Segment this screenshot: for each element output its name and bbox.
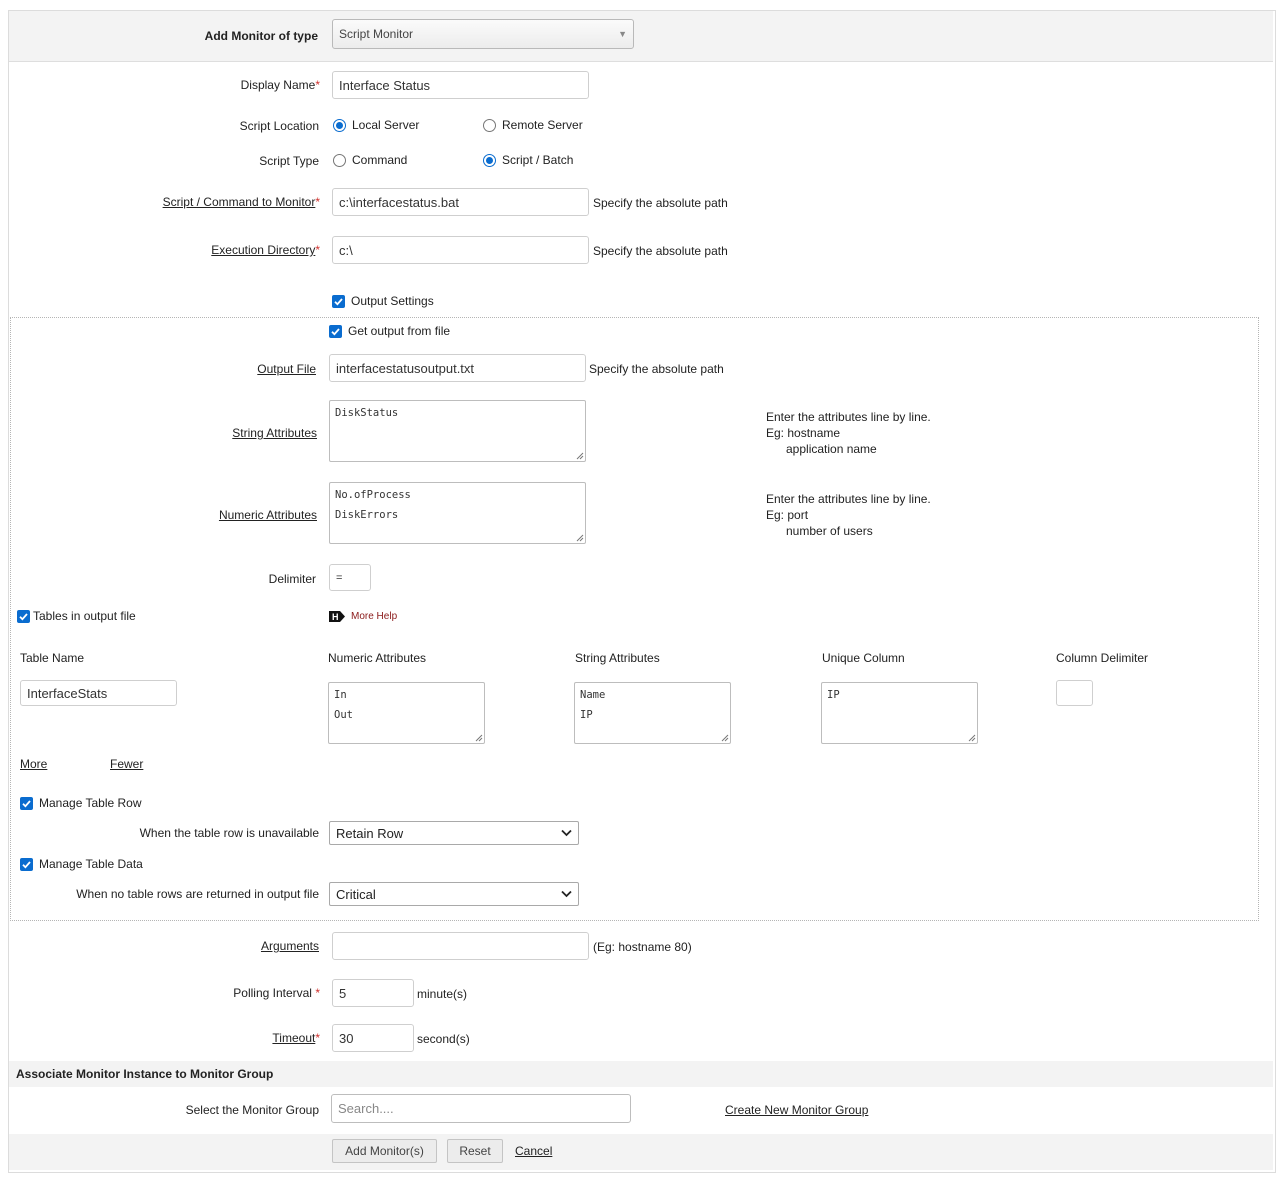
radio-remote-server-control[interactable] bbox=[483, 118, 496, 132]
no-rows-returned-select[interactable]: Critical bbox=[329, 882, 579, 906]
reset-button[interactable]: Reset bbox=[447, 1139, 503, 1163]
monitor-type-value: Script Monitor bbox=[339, 27, 414, 41]
radio-script-batch-control[interactable] bbox=[483, 153, 496, 167]
display-name-input[interactable]: Interface Status bbox=[332, 71, 589, 99]
string-attributes-help: Enter the attributes line by line. Eg: h… bbox=[766, 410, 931, 456]
dropdown-triangle-icon: ▼ bbox=[618, 29, 627, 39]
manage-table-data-checkbox[interactable]: Manage Table Data bbox=[20, 857, 143, 871]
execution-directory-hint: Specify the absolute path bbox=[593, 244, 728, 258]
string-attributes-label: String Attributes bbox=[232, 426, 317, 440]
checkmark-icon[interactable] bbox=[332, 294, 345, 308]
script-command-hint: Specify the absolute path bbox=[593, 196, 728, 210]
checkmark-icon[interactable] bbox=[20, 857, 33, 871]
add-monitors-button[interactable]: Add Monitor(s) bbox=[332, 1139, 437, 1163]
numeric-attributes-textarea[interactable]: No.ofProcess DiskErrors bbox=[329, 482, 586, 544]
output-file-label: Output File bbox=[257, 362, 316, 376]
col-table-name: Table Name bbox=[20, 651, 85, 665]
script-command-input[interactable]: c:\interfacestatus.bat bbox=[332, 188, 589, 216]
output-file-hint: Specify the absolute path bbox=[589, 362, 724, 376]
arguments-label: Arguments bbox=[260, 939, 319, 953]
col-unique-column: Unique Column bbox=[822, 651, 905, 665]
output-file-input[interactable]: interfacestatusoutput.txt bbox=[329, 354, 586, 382]
arguments-input[interactable] bbox=[332, 932, 589, 960]
radio-command[interactable]: Command bbox=[333, 153, 407, 167]
chevron-down-icon bbox=[561, 890, 572, 898]
timeout-unit: second(s) bbox=[417, 1032, 470, 1046]
polling-interval-label: Polling Interval * bbox=[233, 986, 320, 1000]
tables-in-output-checkbox[interactable]: Tables in output file bbox=[17, 609, 136, 623]
checkmark-icon[interactable] bbox=[17, 609, 30, 623]
script-command-label: Script / Command to Monitor* bbox=[162, 195, 320, 209]
script-type-label: Script Type bbox=[259, 154, 319, 168]
radio-remote-server[interactable]: Remote Server bbox=[483, 118, 583, 132]
column-delimiter-input[interactable] bbox=[1056, 680, 1093, 706]
timeout-label: Timeout* bbox=[272, 1031, 320, 1045]
numeric-attributes-label: Numeric Attributes bbox=[218, 508, 317, 522]
col-column-delimiter: Column Delimiter bbox=[1056, 651, 1149, 665]
checkmark-icon[interactable] bbox=[329, 324, 342, 338]
string-attributes-textarea[interactable]: DiskStatus bbox=[329, 400, 586, 462]
display-name-label: Display Name* bbox=[240, 78, 320, 92]
table-unique-column-textarea[interactable]: IP bbox=[821, 682, 978, 744]
radio-script-batch[interactable]: Script / Batch bbox=[483, 153, 573, 167]
radio-local-server-control[interactable] bbox=[333, 118, 346, 132]
monitor-group-section-title: Associate Monitor Instance to Monitor Gr… bbox=[16, 1067, 274, 1081]
row-unavailable-select[interactable]: Retain Row bbox=[329, 821, 579, 845]
fewer-rows-link[interactable]: Fewer bbox=[110, 757, 143, 771]
no-rows-returned-label: When no table rows are returned in outpu… bbox=[76, 887, 319, 901]
execution-directory-label: Execution Directory* bbox=[211, 243, 320, 257]
more-rows-link[interactable]: More bbox=[20, 757, 47, 771]
table-string-attributes-textarea[interactable]: Name IP bbox=[574, 682, 731, 744]
create-monitor-group-link[interactable]: Create New Monitor Group bbox=[725, 1103, 868, 1117]
row-unavailable-label: When the table row is unavailable bbox=[139, 826, 319, 840]
delimiter-label: Delimiter bbox=[268, 572, 316, 586]
get-output-from-file-checkbox[interactable]: Get output from file bbox=[329, 324, 450, 338]
table-name-input[interactable]: InterfaceStats bbox=[20, 680, 177, 706]
col-string-attributes: String Attributes bbox=[575, 651, 660, 665]
table-numeric-attributes-textarea[interactable]: In Out bbox=[328, 682, 485, 744]
polling-interval-unit: minute(s) bbox=[417, 987, 468, 1001]
svg-text:H: H bbox=[332, 612, 339, 622]
numeric-attributes-help: Enter the attributes line by line. Eg: p… bbox=[766, 492, 931, 538]
help-icon: H bbox=[329, 611, 345, 622]
cancel-link[interactable]: Cancel bbox=[515, 1144, 552, 1158]
manage-table-row-checkbox[interactable]: Manage Table Row bbox=[20, 796, 142, 810]
resize-grip-icon bbox=[968, 734, 976, 742]
more-help-link[interactable]: H More Help bbox=[329, 611, 397, 622]
radio-command-control[interactable] bbox=[333, 153, 346, 167]
execution-directory-input[interactable]: c:\ bbox=[332, 236, 589, 264]
monitor-type-select[interactable]: Script Monitor ▼ bbox=[332, 19, 634, 49]
arguments-hint: (Eg: hostname 80) bbox=[593, 940, 692, 954]
monitor-group-search-input[interactable]: Search.... bbox=[331, 1094, 631, 1123]
timeout-input[interactable]: 30 bbox=[332, 1024, 414, 1052]
resize-grip-icon bbox=[576, 534, 584, 542]
chevron-down-icon bbox=[561, 829, 572, 837]
script-location-label: Script Location bbox=[239, 119, 319, 133]
resize-grip-icon bbox=[721, 734, 729, 742]
resize-grip-icon bbox=[576, 452, 584, 460]
delimiter-input[interactable]: = bbox=[329, 564, 371, 591]
action-bar bbox=[9, 1134, 1273, 1170]
output-settings-checkbox[interactable]: Output Settings bbox=[332, 294, 434, 308]
add-monitor-type-label: Add Monitor of type bbox=[204, 29, 318, 43]
col-numeric-attributes: Numeric Attributes bbox=[328, 651, 427, 665]
polling-interval-input[interactable]: 5 bbox=[332, 979, 414, 1007]
radio-local-server[interactable]: Local Server bbox=[333, 118, 419, 132]
select-monitor-group-label: Select the Monitor Group bbox=[185, 1103, 319, 1117]
resize-grip-icon bbox=[475, 734, 483, 742]
checkmark-icon[interactable] bbox=[20, 796, 33, 810]
